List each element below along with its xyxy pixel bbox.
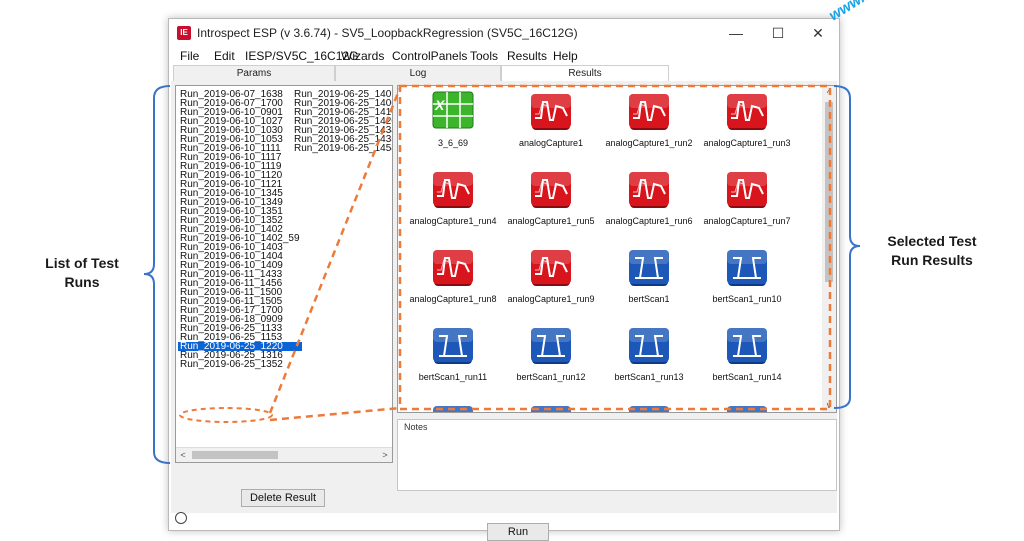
- run-list-column-1: Run_2019-06-07_1638 Run_2019-06-07_1700 Ru…: [178, 90, 302, 370]
- result-tile[interactable]: bertScan1_run13: [600, 324, 698, 400]
- result-tile[interactable]: analogCapture1_run3: [698, 90, 796, 166]
- notes-box[interactable]: Notes: [397, 419, 837, 491]
- run-list-item[interactable]: Run_2019-06-25_1352: [178, 360, 302, 370]
- menu-controlpanels[interactable]: ControlPanels: [392, 49, 467, 63]
- result-tile[interactable]: analogCapture1_run5: [502, 168, 600, 244]
- result-tile[interactable]: [404, 402, 502, 412]
- scroll-up-arrow-icon[interactable]: ^: [822, 86, 836, 100]
- menu-edit[interactable]: Edit: [214, 49, 235, 63]
- result-tile[interactable]: analogCapture1_run6: [600, 168, 698, 244]
- result-tile-label: analogCapture1_run2: [605, 138, 693, 148]
- result-tile[interactable]: bertScan1_run14: [698, 324, 796, 400]
- callout-run-results: Selected Test Run Results: [862, 232, 1002, 270]
- vertical-scroll-thumb[interactable]: [825, 102, 833, 282]
- test-run-list[interactable]: Run_2019-06-07_1638 Run_2019-06-07_1700 Ru…: [175, 85, 393, 463]
- menu-results[interactable]: Results: [507, 49, 547, 63]
- maximize-button[interactable]: ☐: [757, 19, 799, 47]
- result-tile[interactable]: analogCapture1_run9: [502, 246, 600, 322]
- result-tile[interactable]: analogCapture1: [502, 90, 600, 166]
- result-tile-label: bertScan1_run10: [712, 294, 782, 304]
- result-tile-label: bertScan1: [628, 294, 670, 304]
- result-tile-label: bertScan1_run13: [614, 372, 684, 382]
- callout-left-line-2: Runs: [64, 274, 100, 290]
- svg-text:X: X: [434, 97, 446, 113]
- horizontal-scroll-thumb[interactable]: [192, 451, 278, 459]
- result-tile-label: 3_6_69: [437, 138, 469, 148]
- watermark-text: www.lab-z.com: [826, 0, 926, 24]
- menu-help[interactable]: Help: [553, 49, 578, 63]
- menu-file[interactable]: File: [180, 49, 199, 63]
- close-button[interactable]: ✕: [797, 19, 839, 47]
- result-tile[interactable]: X 3_6_69: [404, 90, 502, 166]
- result-tile-label: bertScan1_run14: [712, 372, 782, 382]
- tab-params[interactable]: Params: [173, 65, 335, 82]
- results-tab-panel: Run_2019-06-07_1638 Run_2019-06-07_1700 Ru…: [171, 81, 837, 541]
- result-tile-label: analogCapture1_run3: [703, 138, 791, 148]
- result-tile[interactable]: [698, 402, 796, 412]
- result-tile[interactable]: bertScan1_run10: [698, 246, 796, 322]
- results-icon-grid: X 3_6_69 analogCapture1 analogCapture1_run2…: [397, 85, 837, 413]
- tab-results[interactable]: Results: [501, 65, 669, 82]
- app-logo-icon: IE: [177, 26, 191, 40]
- menu-bar: File Edit IESP/SV5C_16C12G Wizards Contr…: [169, 47, 839, 67]
- callout-right-line-2: Run Results: [891, 252, 973, 268]
- tab-strip: Params Log Results: [173, 65, 669, 82]
- result-tile[interactable]: analogCapture1_run8: [404, 246, 502, 322]
- result-tile-label: analogCapture1_run8: [409, 294, 497, 304]
- result-tile[interactable]: analogCapture1_run4: [404, 168, 502, 244]
- minimize-button[interactable]: —: [715, 19, 757, 47]
- result-tile-label: analogCapture1_run9: [507, 294, 595, 304]
- result-tile[interactable]: bertScan1: [600, 246, 698, 322]
- window-title: Introspect ESP (v 3.6.74) - SV5_Loopback…: [197, 26, 578, 40]
- result-tile[interactable]: analogCapture1_run7: [698, 168, 796, 244]
- delete-result-button[interactable]: Delete Result: [241, 489, 325, 507]
- result-tile[interactable]: bertScan1_run11: [404, 324, 502, 400]
- result-tile[interactable]: [600, 402, 698, 412]
- result-tile[interactable]: bertScan1_run12: [502, 324, 600, 400]
- notes-label: Notes: [404, 422, 428, 432]
- result-tile[interactable]: analogCapture1_run2: [600, 90, 698, 166]
- app-window: IE Introspect ESP (v 3.6.74) - SV5_Loopb…: [168, 18, 840, 541]
- scroll-down-arrow-icon[interactable]: v: [822, 398, 836, 412]
- menu-tools[interactable]: Tools: [470, 49, 498, 63]
- scroll-left-arrow-icon[interactable]: <: [176, 448, 190, 462]
- run-list-item[interactable]: Run_2019-06-25_1458: [292, 144, 392, 154]
- run-button[interactable]: Run: [487, 523, 549, 541]
- callout-left-line-1: List of Test: [45, 255, 119, 271]
- vertical-scrollbar[interactable]: ^ v: [822, 86, 836, 412]
- callout-test-runs: List of Test Runs: [22, 254, 142, 292]
- menu-wizards[interactable]: Wizards: [341, 49, 384, 63]
- result-tile-label: analogCapture1_run5: [507, 216, 595, 226]
- tab-log[interactable]: Log: [335, 65, 501, 82]
- left-bracket: [143, 85, 171, 464]
- horizontal-scrollbar[interactable]: < >: [176, 447, 392, 462]
- result-tile-label: analogCapture1: [518, 138, 584, 148]
- run-list-column-2: Run_2019-06-25_1401 Run_2019-06-25_1406 Ru…: [292, 90, 392, 154]
- scroll-right-arrow-icon[interactable]: >: [378, 448, 392, 462]
- result-tile-label: bertScan1_run11: [418, 372, 488, 382]
- callout-right-line-1: Selected Test: [887, 233, 977, 249]
- title-bar: IE Introspect ESP (v 3.6.74) - SV5_Loopb…: [169, 19, 839, 47]
- result-tile-label: analogCapture1_run6: [605, 216, 693, 226]
- result-tile-label: analogCapture1_run4: [409, 216, 497, 226]
- result-tile[interactable]: [502, 402, 600, 412]
- result-tile-label: analogCapture1_run7: [703, 216, 791, 226]
- status-indicator-icon: [175, 512, 187, 524]
- result-tile-label: bertScan1_run12: [516, 372, 586, 382]
